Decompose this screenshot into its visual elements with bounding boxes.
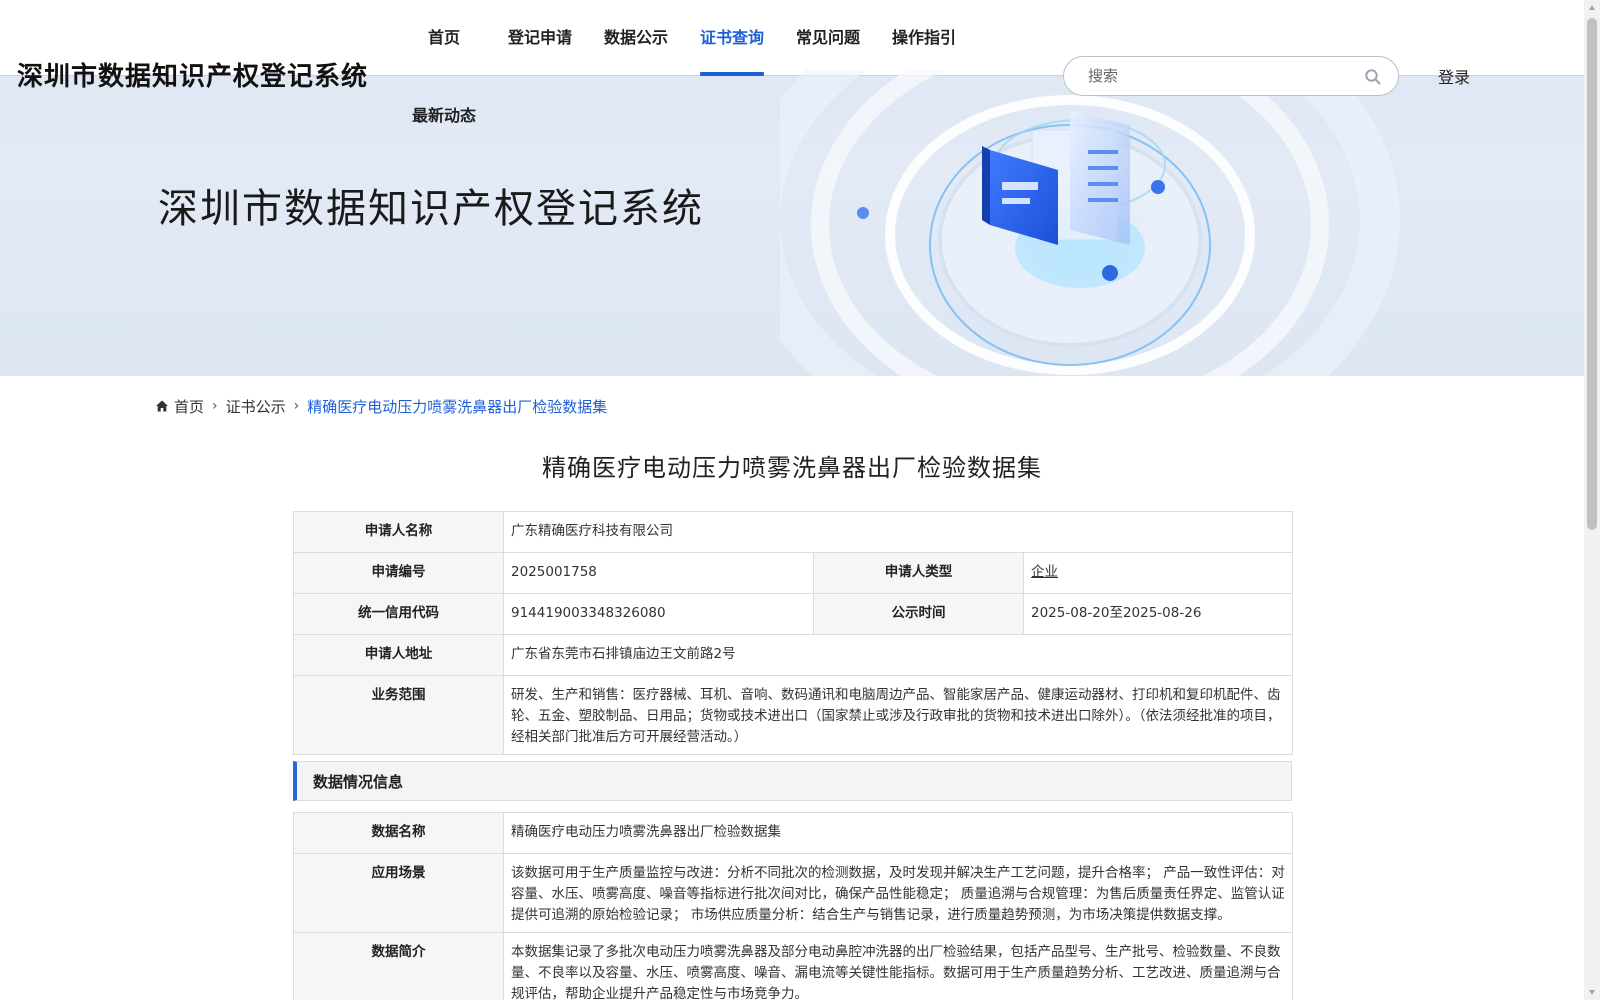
- nav-certificate-query[interactable]: 证书查询: [700, 24, 765, 76]
- vertical-scrollbar[interactable]: [1584, 0, 1600, 1000]
- site-title[interactable]: 深圳市数据知识产权登记系统: [17, 56, 368, 93]
- scrollbar-thumb[interactable]: [1587, 18, 1597, 530]
- credit-code-value: 914419003348326080: [503, 593, 814, 635]
- data-name-label: 数据名称: [293, 812, 504, 854]
- table-row: 数据名称 精确医疗电动压力喷雾洗鼻器出厂检验数据集: [293, 812, 1293, 854]
- table-row: 申请编号 2025001758 申请人类型 企业: [293, 552, 1293, 594]
- hero-illustration: [780, 70, 1400, 376]
- nav-latest-news[interactable]: 最新动态: [412, 102, 476, 154]
- chevron-right-icon: ›: [212, 398, 218, 414]
- table-row: 数据简介 本数据集记录了多批次电动压力喷雾洗鼻器及部分电动鼻腔冲洗器的出厂检验结…: [293, 932, 1293, 1000]
- credit-code-label: 统一信用代码: [293, 593, 504, 635]
- page-title: 精确医疗电动压力喷雾洗鼻器出厂检验数据集: [542, 454, 1042, 482]
- business-scope-label: 业务范围: [293, 675, 504, 755]
- applicant-name-label: 申请人名称: [293, 511, 504, 553]
- application-no-value: 2025001758: [503, 552, 814, 594]
- table-row: 统一信用代码 914419003348326080 公示时间 2025-08-2…: [293, 593, 1293, 635]
- scenario-label: 应用场景: [293, 853, 504, 933]
- applicant-info-table: 申请人名称 广东精确医疗科技有限公司 申请编号 2025001758 申请人类型…: [293, 511, 1293, 755]
- chevron-right-icon: ›: [293, 398, 300, 414]
- publicity-time-value: 2025-08-20至2025-08-26: [1023, 593, 1293, 635]
- scenario-value: 该数据可用于生产质量监控与改进：分析不同批次的检测数据，及时发现并解决生产工艺问…: [503, 853, 1293, 933]
- breadcrumb-current: 精确医疗电动压力喷雾洗鼻器出厂检验数据集: [307, 397, 608, 416]
- home-icon: [156, 400, 168, 412]
- data-info-section-header: 数据情况信息: [293, 761, 1292, 801]
- summary-value: 本数据集记录了多批次电动压力喷雾洗鼻器及部分电动鼻腔冲洗器的出厂检验结果，包括产…: [503, 932, 1293, 1000]
- scroll-down-icon[interactable]: [1588, 988, 1596, 996]
- data-name-value: 精确医疗电动压力喷雾洗鼻器出厂检验数据集: [503, 812, 1293, 854]
- business-scope-value: 研发、生产和销售：医疗器械、耳机、音响、数码通讯和电脑周边产品、智能家居产品、健…: [503, 675, 1293, 755]
- breadcrumb-certificate-publicity[interactable]: 证书公示: [226, 396, 286, 417]
- application-no-label: 申请编号: [293, 552, 504, 594]
- login-link[interactable]: 登录: [1438, 64, 1470, 88]
- table-row: 申请人名称 广东精确医疗科技有限公司: [293, 511, 1293, 553]
- search-box[interactable]: [1063, 56, 1399, 96]
- nav-data-publicity[interactable]: 数据公示: [604, 24, 668, 76]
- nav-guide[interactable]: 操作指引: [892, 24, 956, 76]
- applicant-name-value: 广东精确医疗科技有限公司: [503, 511, 1293, 553]
- address-label: 申请人地址: [293, 634, 504, 676]
- nav-home[interactable]: 首页: [428, 24, 460, 76]
- summary-label: 数据简介: [293, 932, 504, 1000]
- table-row: 业务范围 研发、生产和销售：医疗器械、耳机、音响、数码通讯和电脑周边产品、智能家…: [293, 675, 1293, 755]
- scroll-up-icon[interactable]: [1588, 4, 1596, 12]
- applicant-type-value: 企业: [1031, 564, 1058, 580]
- table-row: 应用场景 该数据可用于生产质量监控与改进：分析不同批次的检测数据，及时发现并解决…: [293, 853, 1293, 933]
- table-row: 申请人地址 广东省东莞市石排镇庙边王文前路2号: [293, 634, 1293, 676]
- search-icon[interactable]: [1364, 68, 1382, 86]
- section-title: 数据情况信息: [313, 773, 404, 791]
- applicant-type-label: 申请人类型: [813, 552, 1024, 594]
- nav-faq[interactable]: 常见问题: [796, 24, 860, 76]
- breadcrumb-home[interactable]: 首页: [174, 396, 204, 417]
- hero-banner: 深圳市数据知识产权登记系统 首页 登记申请 数据公示 证书查询 常见问题 操作指…: [0, 0, 1584, 376]
- data-info-table: 数据名称 精确医疗电动压力喷雾洗鼻器出厂检验数据集 应用场景 该数据可用于生产质…: [293, 812, 1293, 1000]
- address-value: 广东省东莞市石排镇庙边王文前路2号: [503, 634, 1293, 676]
- search-input[interactable]: [1088, 66, 1348, 86]
- hero-title: 深圳市数据知识产权登记系统: [158, 186, 704, 232]
- breadcrumb: 首页 › 证书公示 › 精确医疗电动压力喷雾洗鼻器出厂检验数据集: [155, 395, 607, 417]
- publicity-time-label: 公示时间: [813, 593, 1024, 635]
- nav-registration[interactable]: 登记申请: [508, 24, 572, 76]
